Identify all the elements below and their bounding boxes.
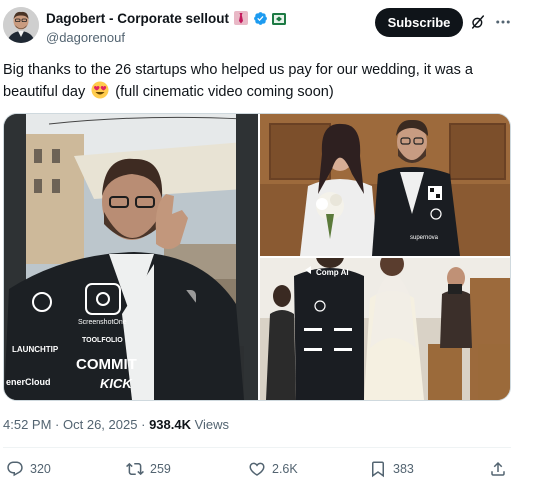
- reply-button[interactable]: 320: [6, 458, 51, 480]
- repost-button[interactable]: 259: [126, 458, 171, 480]
- share-icon: [491, 461, 505, 476]
- verified-badge-icon[interactable]: [253, 11, 268, 26]
- reply-icon: [7, 461, 23, 477]
- heart-eyes-emoji: [91, 81, 109, 99]
- logo-comp-ai: Comp AI: [316, 268, 349, 277]
- action-bar: 320 259 2.6K 383: [0, 458, 539, 482]
- author-avatar[interactable]: [3, 7, 39, 43]
- logo-commit: COMMIT: [76, 356, 137, 373]
- like-count: 2.6K: [272, 462, 298, 476]
- logo-supernova: supernova: [410, 235, 439, 241]
- logo-enercloud: enerCloud: [6, 377, 51, 387]
- logo-toolfolio: TOOLFOLIO: [82, 337, 123, 344]
- subscribe-button[interactable]: Subscribe: [375, 8, 463, 37]
- media-grid: ScreenshotOne LAUNCHTIP TOOLFOLIO COMMIT…: [3, 113, 511, 401]
- avatar-image: [3, 7, 39, 43]
- necktie-emoji: [233, 10, 249, 26]
- like-button[interactable]: 2.6K: [248, 458, 298, 480]
- photo-bride-and-groom[interactable]: supernova: [260, 114, 510, 256]
- bookmark-count: 383: [393, 462, 414, 476]
- heart-icon: [249, 462, 265, 476]
- flag-icon: [272, 12, 287, 25]
- meta-separator-2: ·: [141, 417, 146, 432]
- author-display-name[interactable]: Dagobert - Corporate sellout: [46, 11, 229, 26]
- author-handle[interactable]: @dagorenouf: [46, 30, 125, 45]
- author-name-row: Dagobert - Corporate sellout: [46, 9, 287, 27]
- repost-icon: [126, 462, 144, 476]
- repost-count: 259: [150, 462, 171, 476]
- more-icon[interactable]: [494, 13, 512, 31]
- bookmark-button[interactable]: 383: [369, 458, 414, 480]
- post-date[interactable]: Oct 26, 2025: [63, 417, 137, 432]
- logo-screenshotone: ScreenshotOne: [78, 319, 127, 326]
- post-text: Big thanks to the 26 startups who helped…: [3, 60, 523, 103]
- logo-kick: KICK: [100, 376, 133, 391]
- post-meta: 4:52 PM · Oct 26, 2025 · 938.4K Views: [3, 417, 229, 432]
- views-label: Views: [194, 417, 230, 432]
- meta-separator: ·: [55, 417, 60, 432]
- logo-launchtip: LAUNCHTIP: [12, 345, 59, 354]
- reply-count: 320: [30, 462, 51, 476]
- divider: [3, 447, 511, 448]
- photo-groom-selfie[interactable]: ScreenshotOne LAUNCHTIP TOOLFOLIO COMMIT…: [4, 114, 258, 400]
- post-text-aside: (full cinematic video coming soon): [115, 84, 334, 100]
- share-button[interactable]: [489, 458, 507, 480]
- bookmark-icon: [372, 461, 384, 478]
- grok-icon[interactable]: [470, 14, 486, 30]
- views-count: 938.4K: [149, 417, 191, 432]
- post: Dagobert - Corporate sellout @dagorenouf…: [0, 0, 539, 491]
- photo-couple-back-view[interactable]: Comp AI: [260, 258, 510, 400]
- post-time[interactable]: 4:52 PM: [3, 417, 51, 432]
